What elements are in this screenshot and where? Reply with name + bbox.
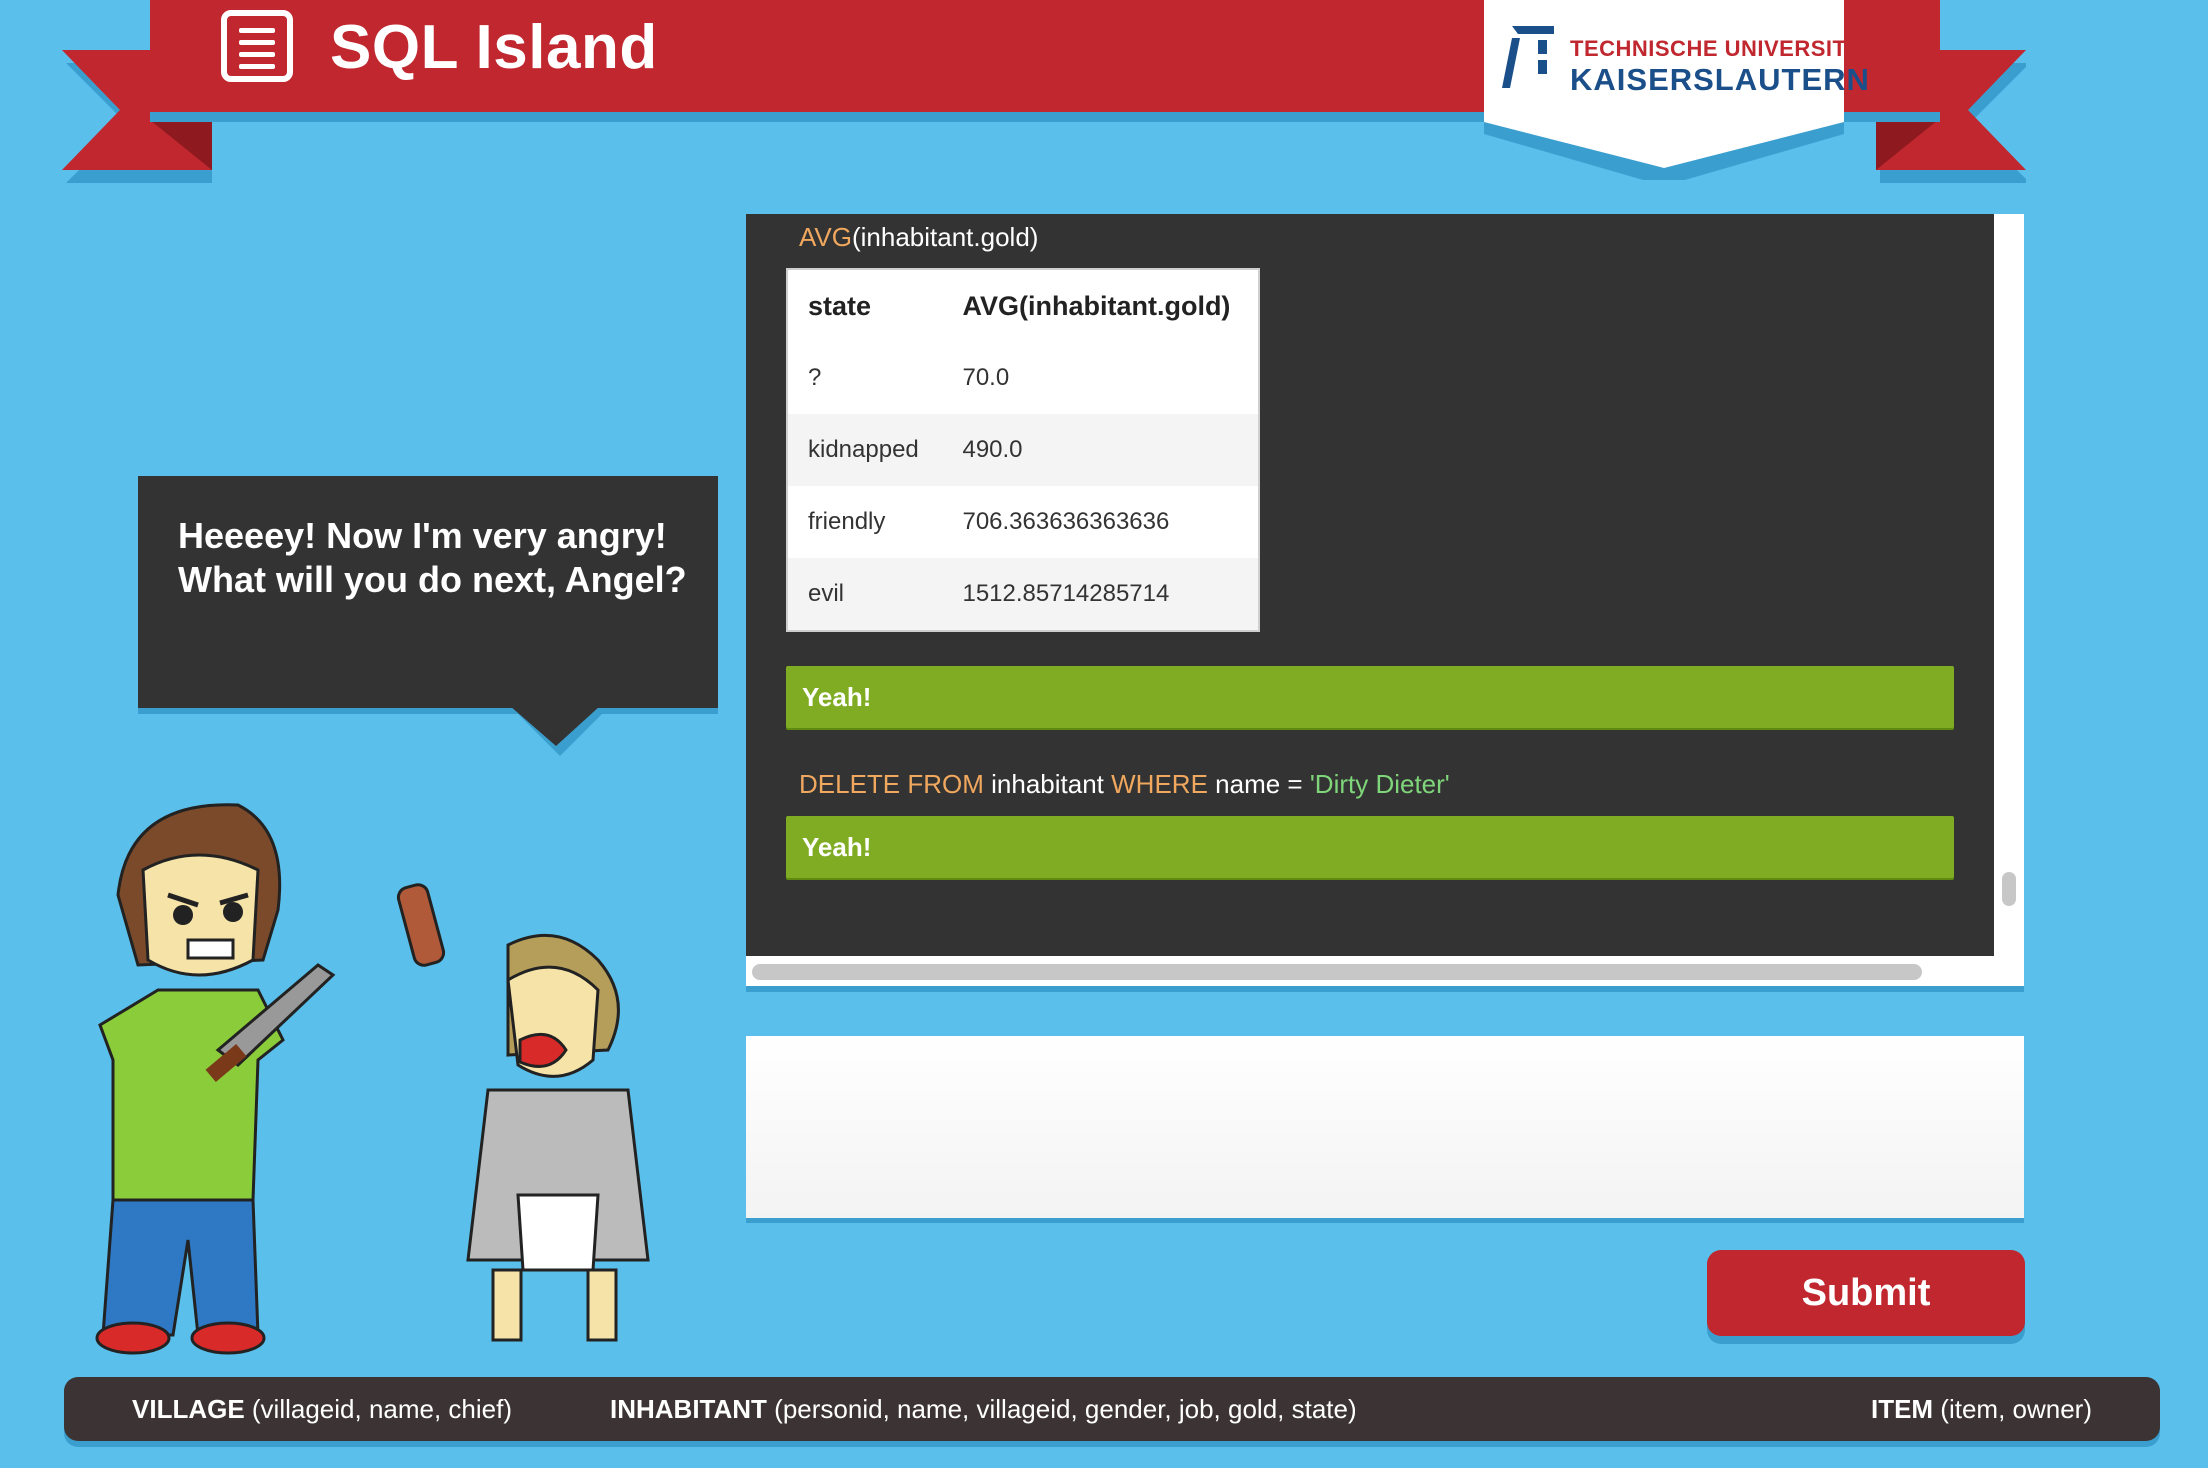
schema-columns: (villageid, name, chief) [244, 1394, 513, 1424]
schema-item: ITEM (item, owner) [1871, 1377, 2092, 1441]
sql-table-name: inhabitant [983, 769, 1112, 799]
table-row: ? 70.0 [787, 342, 1259, 414]
schema-table-name: VILLAGE [132, 1394, 245, 1424]
table-row: kidnapped 490.0 [787, 414, 1259, 486]
previous-query-fragment: AVG(inhabitant.gold) [799, 222, 1038, 253]
schema-table-name: ITEM [1870, 1394, 1934, 1424]
woman-character-illustration [396, 883, 650, 1342]
sql-query-input[interactable] [746, 1036, 2024, 1218]
result-table: state AVG(inhabitant.gold) ? 70.0 kidnap… [786, 268, 1260, 632]
table-row: evil 1512.85714285714 [787, 558, 1259, 631]
schema-village: VILLAGE (villageid, name, chief) [132, 1377, 512, 1441]
schema-table-name: INHABITANT [610, 1394, 767, 1424]
sql-keyword: DELETE FROM [799, 769, 984, 799]
app-title: SQL Island [330, 13, 658, 82]
boy-character-illustration [95, 803, 336, 1355]
horizontal-scrollbar-thumb[interactable] [752, 964, 1922, 980]
vertical-scrollbar-thumb[interactable] [2002, 872, 2016, 906]
sql-function: AVG [799, 222, 852, 252]
menu-icon[interactable] [221, 10, 293, 82]
table-cell: 70.0 [962, 364, 1010, 391]
university-logo-icon [1502, 26, 1554, 88]
characters-illustration [95, 803, 650, 1355]
logo-line-2: KAISERSLAUTERN [1570, 62, 1870, 97]
sql-condition: name = [1207, 769, 1310, 799]
column-header: AVG(inhabitant.gold) [962, 290, 1231, 321]
column-header: state [808, 290, 872, 321]
speech-bubble: Heeeey! Now I'm very angry! What will yo… [138, 476, 718, 708]
table-cell: evil [787, 558, 943, 631]
table-cell: 706.363636363636 [962, 508, 1170, 535]
table-cell: 490.0 [942, 414, 1259, 486]
schema-columns: (personid, name, villageid, gender, job,… [766, 1394, 1357, 1424]
vertical-scrollbar-track [1994, 214, 2024, 956]
query-history-console: AVG(inhabitant.gold) state AVG(inhabitan… [746, 214, 1994, 956]
success-message: Yeah! [786, 666, 1954, 728]
speech-bubble-tail [510, 706, 604, 756]
table-row: friendly 706.363636363636 [787, 486, 1259, 558]
table-cell: kidnapped [787, 414, 943, 486]
success-message: Yeah! [786, 816, 1954, 878]
sql-string-literal: 'Dirty Dieter' [1309, 769, 1450, 799]
schema-inhabitant: INHABITANT (personid, name, villageid, g… [610, 1377, 1357, 1441]
dialog-text: Heeeey! Now I'm very angry! What will yo… [178, 515, 687, 600]
table-header-row: state AVG(inhabitant.gold) [787, 269, 1259, 342]
schema-bar: VILLAGE (villageid, name, chief) INHABIT… [64, 1377, 2160, 1441]
sql-keyword: WHERE [1111, 769, 1208, 799]
delete-query: DELETE FROM inhabitant WHERE name = 'Dir… [799, 769, 1450, 800]
submit-button[interactable]: Submit [1707, 1250, 2025, 1336]
sql-function-arg: (inhabitant.gold) [851, 222, 1039, 252]
table-cell: 1512.85714285714 [942, 558, 1259, 631]
table-cell: ? [808, 364, 822, 391]
table-cell: friendly [808, 508, 886, 535]
logo-line-1: TECHNISCHE UNIVERSITÄT [1570, 36, 1877, 61]
schema-columns: (item, owner) [1933, 1394, 2092, 1424]
